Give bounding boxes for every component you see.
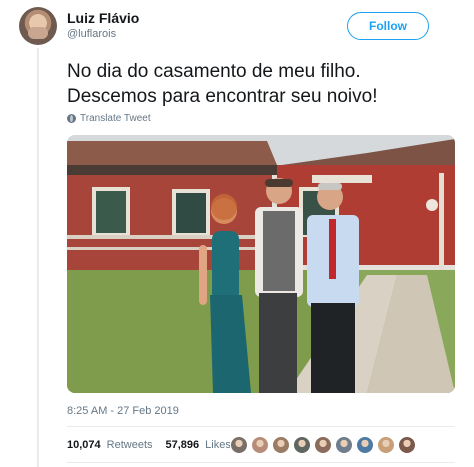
likes-count[interactable]: 57,896 — [166, 439, 200, 451]
user-avatar[interactable] — [19, 7, 57, 45]
user-handle[interactable]: @luflarois — [67, 28, 116, 40]
tweet-stats: 10,074 Retweets 57,896 Likes — [67, 439, 238, 451]
liker-avatar[interactable] — [272, 436, 290, 454]
globe-icon — [67, 114, 76, 123]
translate-label: Translate Tweet — [80, 113, 151, 124]
likes-label[interactable]: Likes — [205, 439, 231, 451]
liker-avatar[interactable] — [251, 436, 269, 454]
follow-button[interactable]: Follow — [347, 12, 429, 40]
tweet-photo-illustration — [67, 135, 455, 393]
liker-avatar[interactable] — [314, 436, 332, 454]
liker-avatar[interactable] — [293, 436, 311, 454]
translate-tweet-link[interactable]: Translate Tweet — [67, 113, 151, 124]
retweets-label[interactable]: Retweets — [107, 439, 153, 451]
thread-line — [37, 48, 39, 467]
divider — [67, 426, 455, 427]
user-name[interactable]: Luiz Flávio — [67, 10, 139, 26]
liker-avatar[interactable] — [356, 436, 374, 454]
liker-avatar[interactable] — [230, 436, 248, 454]
liker-avatars — [230, 436, 416, 454]
tweet-text: No dia do casamento de meu filho. Descem… — [67, 61, 378, 107]
tweet-photo[interactable] — [67, 135, 455, 393]
divider — [67, 462, 455, 463]
liker-avatar[interactable] — [335, 436, 353, 454]
retweets-count[interactable]: 10,074 — [67, 439, 101, 451]
liker-avatar[interactable] — [377, 436, 395, 454]
tweet-timestamp[interactable]: 8:25 AM - 27 Feb 2019 — [67, 405, 179, 417]
liker-avatar[interactable] — [398, 436, 416, 454]
